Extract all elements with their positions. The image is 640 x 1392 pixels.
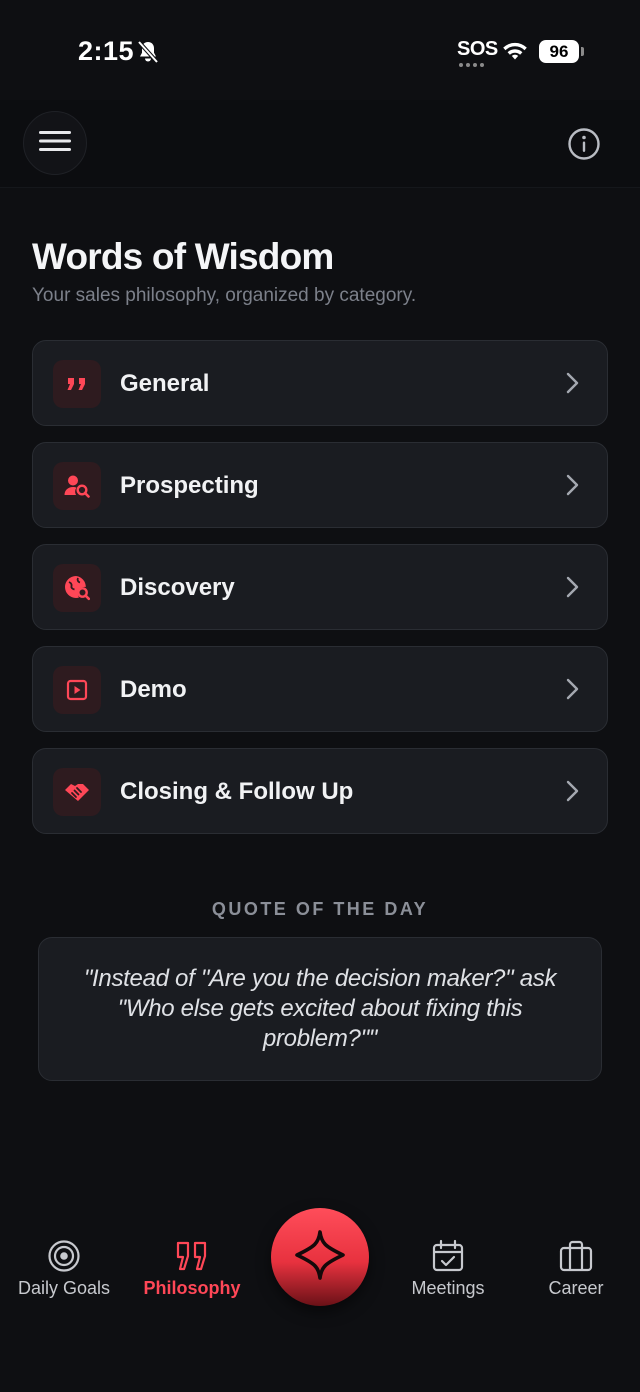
category-prospecting[interactable]: Prospecting — [32, 442, 608, 528]
handshake-icon — [53, 768, 101, 816]
bell-off-icon — [137, 40, 159, 69]
chevron-right-icon — [565, 474, 579, 501]
chevron-right-icon — [565, 576, 579, 603]
top-app-bar — [0, 100, 640, 188]
bottom-tab-bar: Daily Goals Philosophy Meetings Career — [0, 1200, 640, 1392]
tab-label: Career — [548, 1278, 604, 1298]
sos-label: SOS — [457, 38, 498, 60]
category-demo[interactable]: Demo — [32, 646, 608, 732]
tab-career[interactable]: Career — [512, 1238, 640, 1299]
battery-tip — [581, 47, 584, 56]
category-discovery[interactable]: Discovery — [32, 544, 608, 630]
info-icon — [566, 128, 602, 166]
category-label: Demo — [120, 676, 187, 703]
chevron-right-icon — [565, 678, 579, 705]
sparkle-icon — [294, 1229, 346, 1286]
chevron-right-icon — [565, 372, 579, 399]
page-title: Words of Wisdom — [32, 236, 334, 277]
tab-label: Daily Goals — [17, 1278, 111, 1298]
quote-of-the-day-heading: QUOTE OF THE DAY — [211, 899, 429, 919]
tab-daily-goals[interactable]: Daily Goals — [0, 1238, 128, 1299]
ai-assistant-button[interactable] — [271, 1208, 369, 1306]
battery-level: 96 — [539, 40, 579, 63]
info-button[interactable] — [566, 126, 602, 162]
calendar-check-icon — [430, 1238, 466, 1274]
tab-label: Philosophy — [143, 1278, 241, 1298]
sos-indicator: SOS — [457, 38, 498, 67]
hamburger-icon — [38, 129, 72, 158]
menu-button[interactable] — [23, 111, 87, 175]
quote-of-the-day-card: "Instead of "Are you the decision maker?… — [38, 937, 602, 1081]
wifi-icon — [501, 40, 529, 67]
status-time: 2:15 — [78, 36, 135, 66]
quote-icon — [53, 360, 101, 408]
globe-search-icon — [53, 564, 101, 612]
play-square-icon — [53, 666, 101, 714]
category-label: Discovery — [120, 574, 235, 601]
user-search-icon — [53, 462, 101, 510]
status-bar: 2:15 SOS 96 — [0, 0, 640, 100]
page-subtitle: Your sales philosophy, organized by cate… — [32, 285, 417, 306]
category-label: General — [120, 370, 210, 397]
target-icon — [46, 1238, 82, 1274]
quote-text: "Instead of "Are you the decision maker?… — [83, 965, 557, 1052]
category-label: Closing & Follow Up — [120, 778, 354, 805]
category-general[interactable]: General — [32, 340, 608, 426]
briefcase-icon — [558, 1238, 594, 1274]
chevron-right-icon — [565, 780, 579, 807]
tab-meetings[interactable]: Meetings — [384, 1238, 512, 1299]
category-label: Prospecting — [120, 472, 259, 499]
tab-label: Meetings — [411, 1278, 485, 1298]
category-closing-follow-up[interactable]: Closing & Follow Up — [32, 748, 608, 834]
tab-philosophy[interactable]: Philosophy — [128, 1238, 256, 1299]
quote-icon — [174, 1238, 210, 1274]
